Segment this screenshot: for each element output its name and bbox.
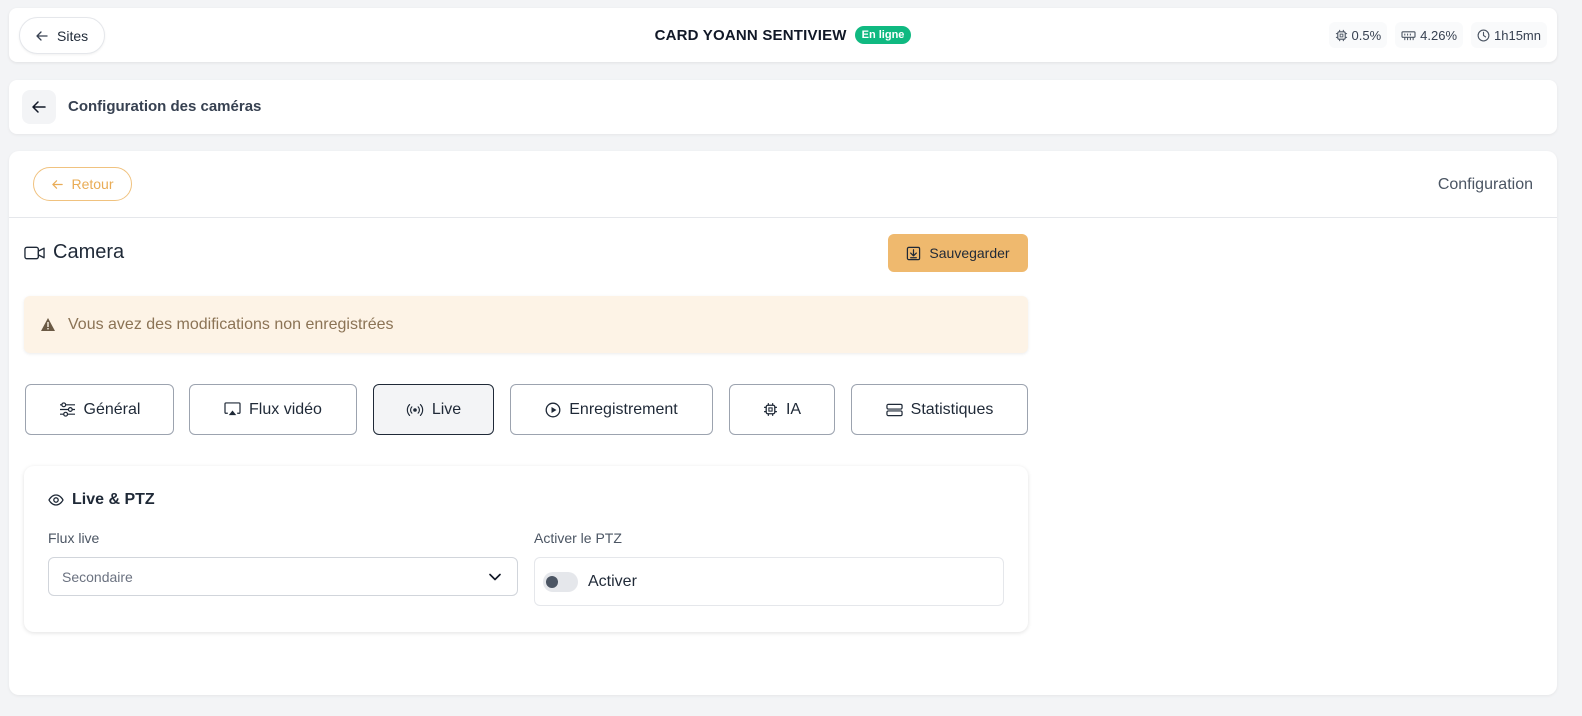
ptz-label: Activer le PTZ <box>534 530 622 546</box>
cpu-icon <box>1335 29 1348 42</box>
retour-button[interactable]: Retour <box>33 167 132 201</box>
save-label: Sauvegarder <box>929 245 1010 261</box>
memory-icon <box>1401 29 1416 42</box>
save-icon <box>906 246 921 261</box>
uptime-stat: 1h15mn <box>1471 22 1547 48</box>
eye-icon <box>48 494 64 506</box>
camera-heading: Camera <box>24 241 124 264</box>
page-header: Configuration des caméras <box>9 80 1557 134</box>
sites-label: Sites <box>57 27 89 44</box>
site-name: CARD YOANN SENTIVIEW <box>654 26 847 44</box>
tab-label: Flux vidéo <box>249 400 322 418</box>
clock-icon <box>1477 29 1490 42</box>
tab-general[interactable]: Général <box>25 384 174 435</box>
cpu-value: 0.5% <box>1351 27 1382 43</box>
tab-label: Général <box>83 400 141 418</box>
camera-title: Camera <box>53 241 125 263</box>
uptime-value: 1h15mn <box>1494 27 1541 43</box>
toggle-knob <box>546 575 558 588</box>
card-title: Live & PTZ <box>48 491 155 509</box>
warning-icon <box>40 317 56 332</box>
memory-value: 4.26% <box>1420 27 1458 43</box>
arrow-left-icon <box>35 29 49 43</box>
live-ptz-card: Live & PTZ Flux live Secondaire Activer … <box>24 466 1028 632</box>
tab-flux-video[interactable]: Flux vidéo <box>189 384 357 435</box>
camera-config-panel: Retour Configuration Camera Sauvegarder … <box>9 151 1557 695</box>
memory-stat: 4.26% <box>1395 22 1464 48</box>
play-circle-icon <box>545 402 561 418</box>
ptz-toggle[interactable] <box>543 571 578 592</box>
ptz-toggle-label: Activer <box>588 572 637 590</box>
server-icon <box>885 403 903 417</box>
tab-live[interactable]: Live <box>373 384 494 435</box>
system-stats: 0.5% 4.26% 1h15mn <box>1328 22 1547 48</box>
video-camera-icon <box>24 245 45 261</box>
broadcast-icon <box>406 403 424 417</box>
flux-live-select[interactable]: Secondaire <box>48 557 518 596</box>
save-button[interactable]: Sauvegarder <box>888 234 1028 272</box>
tab-label: Live <box>431 400 462 418</box>
tab-enregistrement[interactable]: Enregistrement <box>510 384 713 435</box>
flux-live-value: Secondaire <box>62 568 133 585</box>
airplay-icon <box>224 402 241 417</box>
tab-label: IA <box>785 400 802 418</box>
sites-back-button[interactable]: Sites <box>19 17 105 54</box>
unsaved-warning: Vous avez des modifications non enregist… <box>24 296 1028 353</box>
section-label: Configuration <box>1437 176 1533 193</box>
flux-live-label: Flux live <box>48 530 100 546</box>
card-title-text: Live & PTZ <box>72 491 155 508</box>
page-title: Configuration des caméras <box>68 98 262 115</box>
cpu-stat: 0.5% <box>1328 22 1388 48</box>
site-header: CARD YOANN SENTIVIEW En ligne <box>9 8 1557 62</box>
back-button[interactable] <box>22 90 56 124</box>
ptz-toggle-field: Activer <box>534 557 1004 606</box>
panel-header: Retour Configuration <box>9 151 1557 218</box>
sliders-icon <box>59 402 76 417</box>
tab-label: Statistiques <box>910 400 994 418</box>
retour-label: Retour <box>71 176 114 192</box>
chevron-down-icon <box>489 573 501 581</box>
tab-label: Enregistrement <box>569 400 678 418</box>
top-bar: Sites CARD YOANN SENTIVIEW En ligne 0.5%… <box>9 8 1557 62</box>
arrow-left-icon <box>51 178 64 191</box>
arrow-left-icon <box>31 99 47 115</box>
tab-statistiques[interactable]: Statistiques <box>851 384 1028 435</box>
chip-icon <box>763 402 778 417</box>
warning-text: Vous avez des modifications non enregist… <box>68 315 394 333</box>
tab-ia[interactable]: IA <box>729 384 835 435</box>
status-badge: En ligne <box>854 26 912 44</box>
